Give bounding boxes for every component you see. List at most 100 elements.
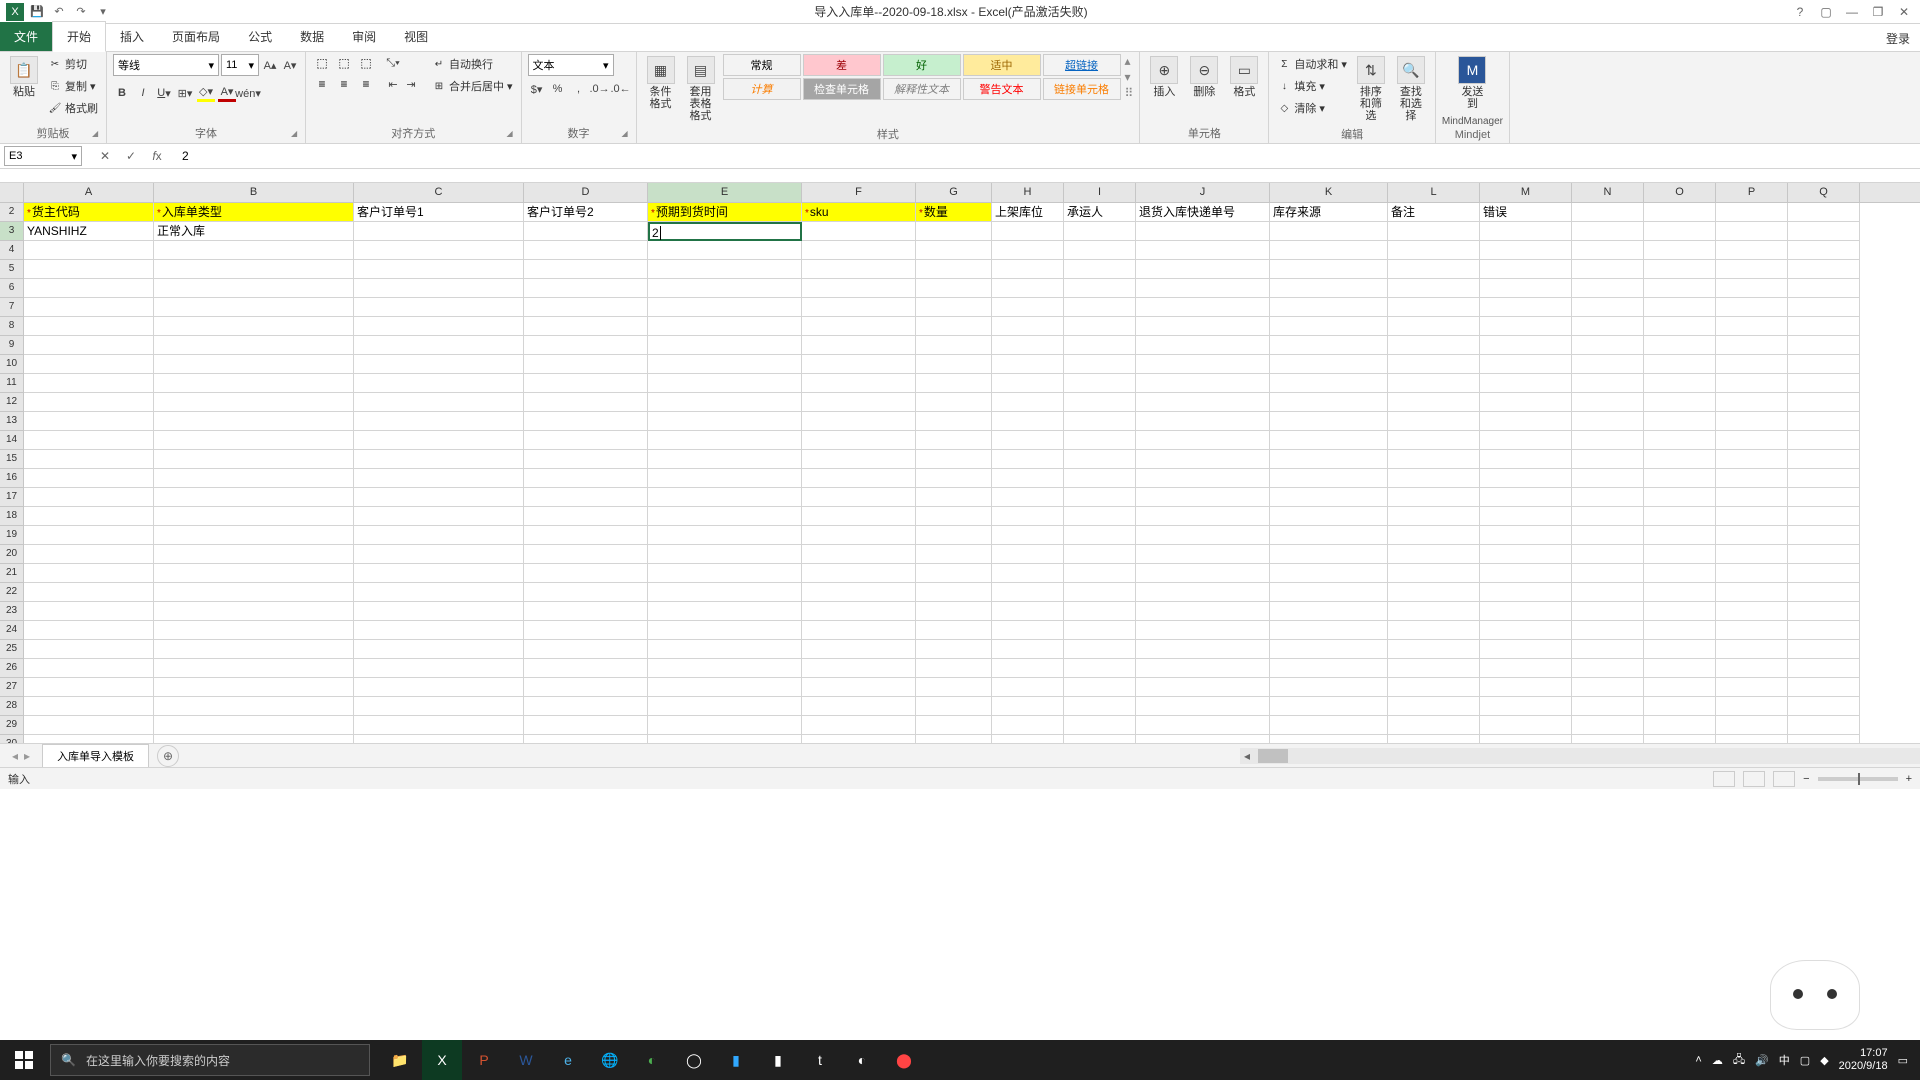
- cell-D30[interactable]: [524, 735, 648, 743]
- cell-G3[interactable]: [916, 222, 992, 241]
- cell-M16[interactable]: [1480, 469, 1572, 488]
- row-header-12[interactable]: 12: [0, 393, 24, 412]
- cell-O23[interactable]: [1644, 602, 1716, 621]
- cell-O6[interactable]: [1644, 279, 1716, 298]
- cell-I10[interactable]: [1064, 355, 1136, 374]
- sheet-tab-1[interactable]: 入库单导入模板: [42, 744, 149, 767]
- cell-B23[interactable]: [154, 602, 354, 621]
- cell-Q12[interactable]: [1788, 393, 1860, 412]
- cell-F23[interactable]: [802, 602, 916, 621]
- cell-G10[interactable]: [916, 355, 992, 374]
- cell-N10[interactable]: [1572, 355, 1644, 374]
- cell-Q3[interactable]: [1788, 222, 1860, 241]
- cell-J20[interactable]: [1136, 545, 1270, 564]
- cell-L19[interactable]: [1388, 526, 1480, 545]
- cell-L21[interactable]: [1388, 564, 1480, 583]
- mindmanager-send-button[interactable]: M发送到: [1454, 54, 1490, 112]
- fx-icon[interactable]: fx: [148, 147, 166, 165]
- cell-E29[interactable]: [648, 716, 802, 735]
- gallery-down-icon[interactable]: ▾: [1125, 70, 1134, 84]
- cell-G4[interactable]: [916, 241, 992, 260]
- cell-P13[interactable]: [1716, 412, 1788, 431]
- cell-L23[interactable]: [1388, 602, 1480, 621]
- cell-M8[interactable]: [1480, 317, 1572, 336]
- row-header-18[interactable]: 18: [0, 507, 24, 526]
- cell-H30[interactable]: [992, 735, 1064, 743]
- cell-C25[interactable]: [354, 640, 524, 659]
- cell-I22[interactable]: [1064, 583, 1136, 602]
- save-icon[interactable]: 💾: [28, 3, 46, 21]
- cell-L26[interactable]: [1388, 659, 1480, 678]
- cell-B30[interactable]: [154, 735, 354, 743]
- autosum-button[interactable]: Σ自动求和▾: [1275, 54, 1349, 74]
- cell-I17[interactable]: [1064, 488, 1136, 507]
- align-center-icon[interactable]: ≡: [334, 75, 354, 93]
- cell-D10[interactable]: [524, 355, 648, 374]
- restore-icon[interactable]: ❐: [1866, 2, 1890, 22]
- style-check[interactable]: 检查单元格: [803, 78, 881, 100]
- cell-A26[interactable]: [24, 659, 154, 678]
- conditional-format-button[interactable]: ▦条件格式: [643, 54, 679, 112]
- cell-F29[interactable]: [802, 716, 916, 735]
- cell-K4[interactable]: [1270, 241, 1388, 260]
- cell-G12[interactable]: [916, 393, 992, 412]
- cell-J17[interactable]: [1136, 488, 1270, 507]
- cell-I15[interactable]: [1064, 450, 1136, 469]
- app-icon-1[interactable]: ◯: [674, 1040, 714, 1080]
- cell-B12[interactable]: [154, 393, 354, 412]
- row-header-14[interactable]: 14: [0, 431, 24, 450]
- cell-K25[interactable]: [1270, 640, 1388, 659]
- font-size-combo[interactable]: 11▾: [221, 54, 259, 76]
- cell-M5[interactable]: [1480, 260, 1572, 279]
- cell-K29[interactable]: [1270, 716, 1388, 735]
- cell-K18[interactable]: [1270, 507, 1388, 526]
- cell-N29[interactable]: [1572, 716, 1644, 735]
- cell-P7[interactable]: [1716, 298, 1788, 317]
- cell-E26[interactable]: [648, 659, 802, 678]
- cell-J10[interactable]: [1136, 355, 1270, 374]
- cell-F28[interactable]: [802, 697, 916, 716]
- cell-F15[interactable]: [802, 450, 916, 469]
- cell-Q2[interactable]: [1788, 203, 1860, 222]
- cell-J29[interactable]: [1136, 716, 1270, 735]
- cell-B24[interactable]: [154, 621, 354, 640]
- cell-N12[interactable]: [1572, 393, 1644, 412]
- cell-F25[interactable]: [802, 640, 916, 659]
- cell-I3[interactable]: [1064, 222, 1136, 241]
- cell-E6[interactable]: [648, 279, 802, 298]
- cell-N5[interactable]: [1572, 260, 1644, 279]
- cell-P28[interactable]: [1716, 697, 1788, 716]
- cell-D24[interactable]: [524, 621, 648, 640]
- cell-B3[interactable]: 正常入库: [154, 222, 354, 241]
- zoom-slider[interactable]: [1818, 777, 1898, 781]
- row-header-19[interactable]: 19: [0, 526, 24, 545]
- cell-P8[interactable]: [1716, 317, 1788, 336]
- row-header-30[interactable]: 30: [0, 735, 24, 743]
- cell-I21[interactable]: [1064, 564, 1136, 583]
- cell-P27[interactable]: [1716, 678, 1788, 697]
- cell-K16[interactable]: [1270, 469, 1388, 488]
- cell-M26[interactable]: [1480, 659, 1572, 678]
- cell-M10[interactable]: [1480, 355, 1572, 374]
- cell-G7[interactable]: [916, 298, 992, 317]
- cell-D14[interactable]: [524, 431, 648, 450]
- style-normal[interactable]: 常规: [723, 54, 801, 76]
- cell-C3[interactable]: [354, 222, 524, 241]
- col-header-C[interactable]: C: [354, 183, 524, 202]
- login-link[interactable]: 登录: [1886, 30, 1910, 47]
- view-page-break-icon[interactable]: [1773, 771, 1795, 787]
- increase-font-icon[interactable]: A▴: [261, 56, 279, 74]
- cell-K26[interactable]: [1270, 659, 1388, 678]
- cell-D7[interactable]: [524, 298, 648, 317]
- cell-A28[interactable]: [24, 697, 154, 716]
- fill-button[interactable]: ↓填充▾: [1275, 76, 1349, 96]
- cell-D2[interactable]: 客户订单号2: [524, 203, 648, 222]
- cell-F24[interactable]: [802, 621, 916, 640]
- redo-icon[interactable]: ↷: [72, 3, 90, 21]
- cell-K7[interactable]: [1270, 298, 1388, 317]
- cell-N15[interactable]: [1572, 450, 1644, 469]
- cell-P16[interactable]: [1716, 469, 1788, 488]
- cell-D8[interactable]: [524, 317, 648, 336]
- row-header-8[interactable]: 8: [0, 317, 24, 336]
- cell-H5[interactable]: [992, 260, 1064, 279]
